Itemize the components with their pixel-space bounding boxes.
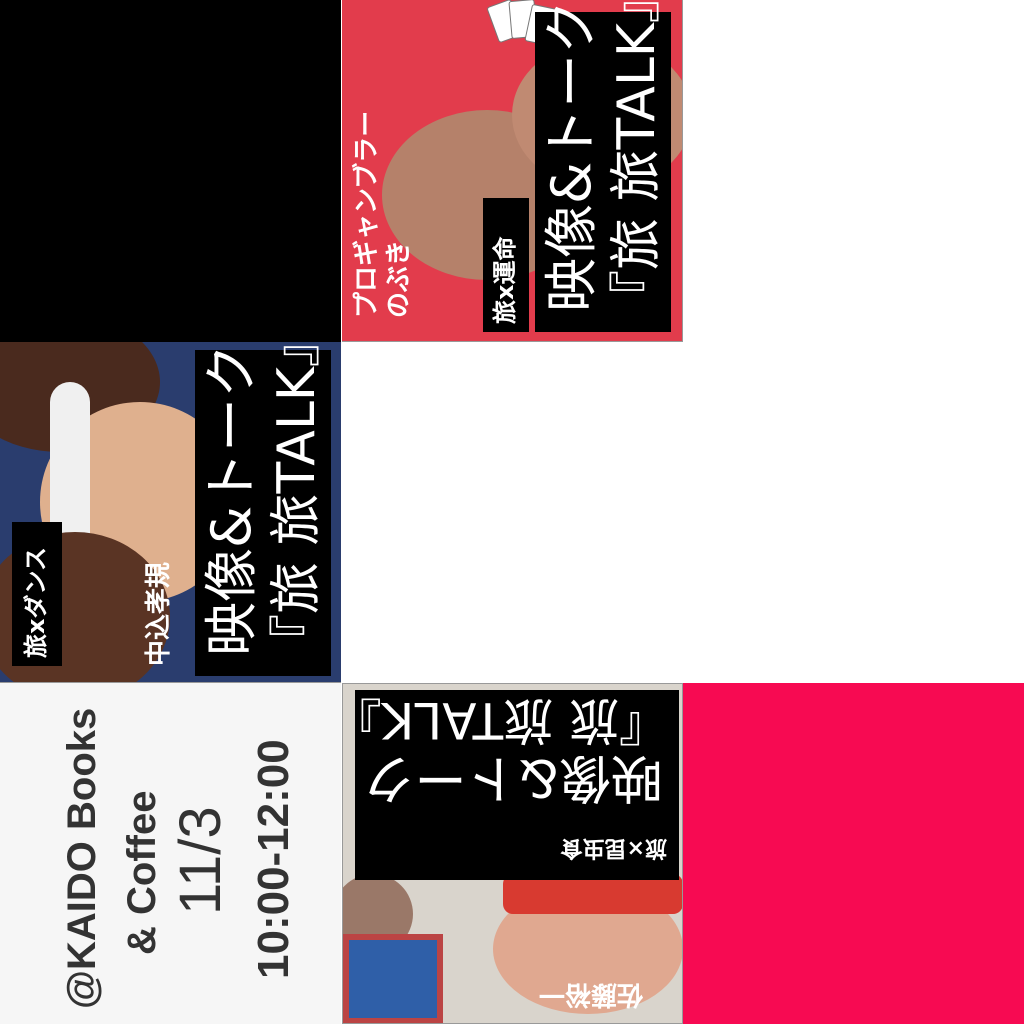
event-title-box: 映像&トーク 『旅 旅TALK』	[195, 342, 331, 676]
theme-tag: 旅xダンス	[22, 546, 50, 658]
theme-tag: 旅x運命	[491, 236, 519, 324]
insect-food-tile: 映像&トーク 旅×昆虫食 映像&トーク 『旅 旅TALK』 佐藤裕一	[342, 683, 683, 1024]
event-time: 10:00-12:00	[249, 739, 298, 979]
event-title-line1: 映像&トーク	[540, 0, 603, 312]
event-title-line1: 映像&トーク	[200, 343, 263, 656]
theme-tag-box: 旅x運命	[483, 198, 529, 332]
theme-tag-box: 旅xダンス	[12, 522, 62, 666]
red-shirt-image	[503, 874, 682, 914]
venue-line1: @KAIDO Books	[60, 707, 104, 1009]
speaker-name: 佐藤裕一	[539, 979, 644, 1009]
blank-tile	[683, 0, 1024, 683]
venue-line2: & Coffee	[120, 790, 164, 955]
event-date: 11/3	[168, 806, 233, 915]
theme-tag: 旅×昆虫食	[560, 835, 667, 860]
speaker-name: 中込孝規	[144, 561, 174, 666]
gambler-tile: 映像&トーク 『旅 旅TALK』 旅x運命 プロギャンブラー のぶき	[342, 0, 683, 342]
speaker-name-line2: のぶき	[384, 239, 414, 318]
event-info-tile: @KAIDO Books & Coffee 11/3 10:00-12:00	[0, 683, 341, 1024]
event-title-line2-visible: 『旅 旅TALK』	[342, 691, 669, 749]
event-title-line2: 『旅 旅TALK』	[607, 0, 667, 322]
event-title-box: 映像&トーク 『旅 旅TALK』	[535, 0, 671, 332]
dance-tile: 映像&トーク 『旅 旅TALK』 旅xダンス 中込孝規	[0, 342, 341, 683]
black-tile	[0, 0, 341, 342]
window-frame-image	[343, 934, 443, 1023]
pink-tile	[683, 683, 1024, 1024]
event-title-upside-down: 旅×昆虫食 映像&トーク 『旅 旅TALK』	[342, 690, 679, 880]
blank-tile	[342, 342, 683, 683]
speaker-name-line1: プロギャンブラー	[352, 110, 382, 318]
event-title-line2: 『旅 旅TALK』	[267, 342, 327, 666]
